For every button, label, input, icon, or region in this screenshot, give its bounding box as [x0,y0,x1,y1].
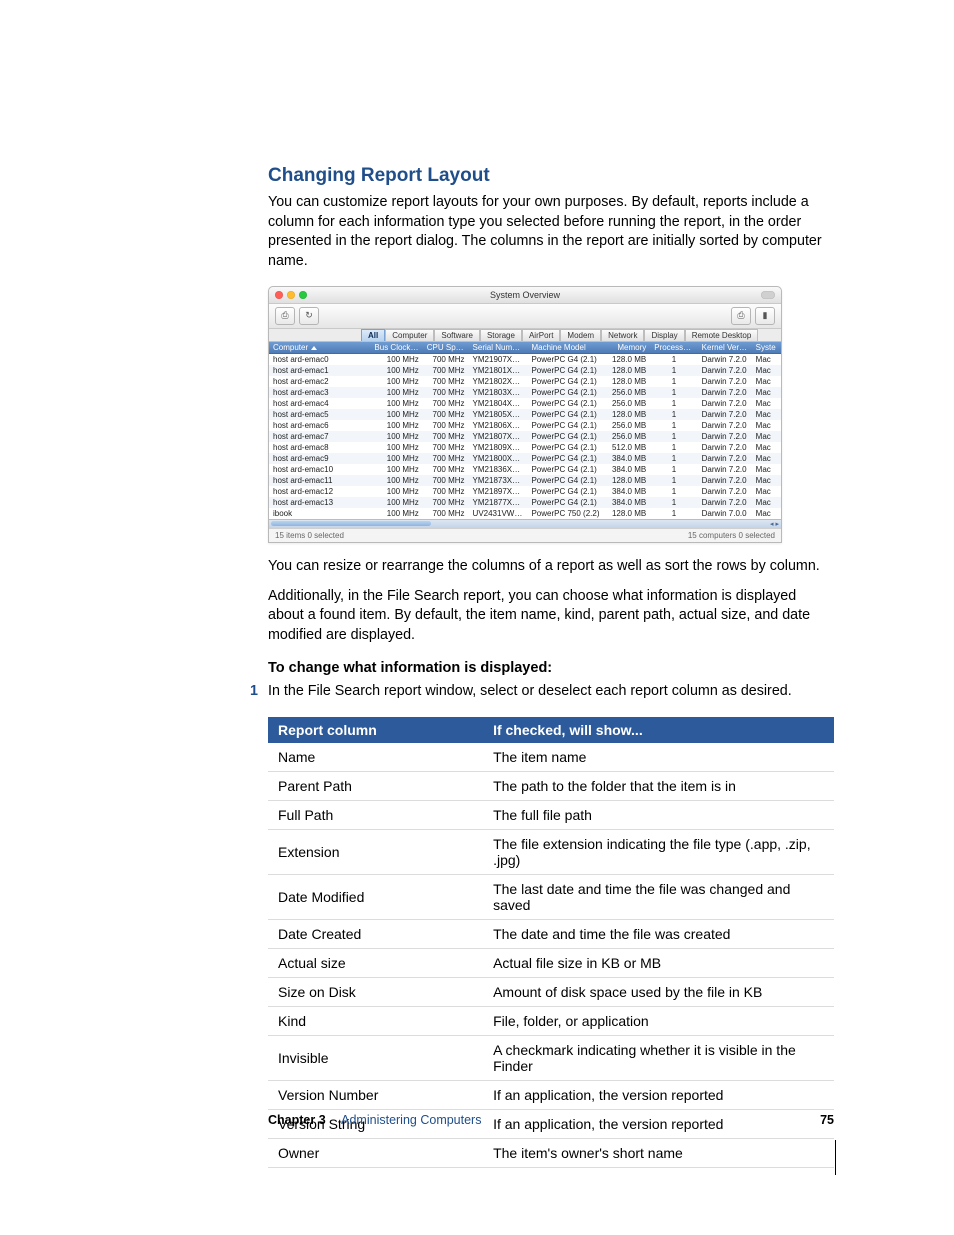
paragraph-resize: You can resize or rearrange the columns … [268,557,834,577]
report-columns-table: Report column If checked, will show... N… [268,717,834,1168]
intro-paragraph: You can customize report layouts for you… [268,193,834,272]
info-row: Full PathThe full file path [268,801,834,830]
table-row[interactable]: host ard-emac8100 MHz700 MHzYM21809XMUGP… [269,442,781,453]
table-row[interactable]: host ard-emac11100 MHz700 MHzYM21873XMUG… [269,475,781,486]
window-toolbar: ⎙ ↻ ⎙ ▮ [269,304,781,329]
info-row: Size on DiskAmount of disk space used by… [268,978,834,1007]
info-row: Date ModifiedThe last date and time the … [268,875,834,920]
status-bar: 15 items 0 selected 15 computers 0 selec… [269,528,781,542]
col-cpu-speed[interactable]: CPU Speed [423,342,469,353]
col-proc-count[interactable]: Processor Count [650,342,697,353]
tab-all[interactable]: All [361,329,385,341]
info-head-desc: If checked, will show... [483,717,834,743]
info-row: Actual sizeActual file size in KB or MB [268,949,834,978]
col-machine-model[interactable]: Machine Model [527,342,606,353]
table-row[interactable]: host ard-emac2100 MHz700 MHzYM21802XMUGP… [269,376,781,387]
info-row: Version NumberIf an application, the ver… [268,1081,834,1110]
scroll-thumb[interactable] [271,521,431,526]
step-number: 1 [244,682,258,701]
horizontal-scrollbar[interactable]: ◂ ▸ [269,519,781,528]
tab-storage[interactable]: Storage [480,329,522,341]
info-row: Parent PathThe path to the folder that t… [268,772,834,801]
sort-indicator-icon [311,346,317,350]
table-row[interactable]: host ard-emac5100 MHz700 MHzYM21805XMUGP… [269,409,781,420]
footer-chapter: Chapter 3 [268,1113,326,1127]
col-system[interactable]: Syste [752,342,781,353]
tag-button[interactable]: ▮ [755,307,775,325]
tab-computer[interactable]: Computer [385,329,434,341]
report-rows: host ard-emac0100 MHz700 MHzYM21907XMUGP… [269,354,781,519]
tab-display[interactable]: Display [644,329,684,341]
page-footer: Chapter 3 Administering Computers 75 [268,1113,834,1127]
procedure-heading: To change what information is displayed: [268,660,834,676]
margin-rule [835,1140,836,1175]
step-text: In the File Search report window, select… [268,682,792,701]
info-row: Date CreatedThe date and time the file w… [268,920,834,949]
info-row: ExtensionThe file extension indicating t… [268,830,834,875]
table-row[interactable]: host ard-emac6100 MHz700 MHzYM21806XMUGP… [269,420,781,431]
print-button[interactable]: ⎙ [731,307,751,325]
section-heading: Changing Report Layout [268,165,834,187]
table-row[interactable]: host ard-emac9100 MHz700 MHzYM21800XMUGP… [269,453,781,464]
report-window: System Overview ⎙ ↻ ⎙ ▮ All Computer Sof… [268,286,782,543]
scroll-arrows-icon[interactable]: ◂ ▸ [770,520,779,528]
category-tabs: All Computer Software Storage AirPort Mo… [269,329,781,342]
info-row: KindFile, folder, or application [268,1007,834,1036]
table-row[interactable]: host ard-emac10100 MHz700 MHzYM21836XMUG… [269,464,781,475]
table-row[interactable]: host ard-emac3100 MHz700 MHzYM21803XMUGP… [269,387,781,398]
tab-software[interactable]: Software [434,329,480,341]
paragraph-filesearch: Additionally, in the File Search report,… [268,587,834,646]
tab-network[interactable]: Network [601,329,644,341]
col-memory[interactable]: Memory [606,342,650,353]
table-row[interactable]: host ard-emac12100 MHz700 MHzYM21897XMUG… [269,486,781,497]
report-column-headers[interactable]: Computer Bus Clock Speed CPU Speed Seria… [269,342,781,354]
tab-remote-desktop[interactable]: Remote Desktop [685,329,759,341]
window-title: System Overview [269,290,781,300]
table-row[interactable]: ibook100 MHz700 MHzUV2431VWN4PPowerPC 75… [269,508,781,519]
col-blank[interactable] [353,342,371,353]
col-computer[interactable]: Computer [273,343,308,352]
info-row: InvisibleA checkmark indicating whether … [268,1036,834,1081]
col-kernel[interactable]: Kernel Version [698,342,752,353]
table-row[interactable]: host ard-emac4100 MHz700 MHzYM21804XMUGP… [269,398,781,409]
export-button[interactable]: ⎙ [275,307,295,325]
footer-chapter-title: Administering Computers [341,1113,481,1127]
page-number: 75 [820,1113,834,1127]
status-right: 15 computers 0 selected [688,531,775,540]
table-row[interactable]: host ard-emac7100 MHz700 MHzYM21807XMUGP… [269,431,781,442]
status-left: 15 items 0 selected [275,531,344,540]
table-row[interactable]: host ard-emac13100 MHz700 MHzYM21877XMUG… [269,497,781,508]
col-serial[interactable]: Serial Number [469,342,528,353]
refresh-button[interactable]: ↻ [299,307,319,325]
window-titlebar[interactable]: System Overview [269,287,781,304]
col-bus-clock[interactable]: Bus Clock Speed [370,342,422,353]
tab-airport[interactable]: AirPort [522,329,560,341]
procedure-list: 1 In the File Search report window, sele… [268,682,834,701]
toolbar-pill-icon[interactable] [761,291,775,299]
info-row: OwnerThe item's owner's short name [268,1139,834,1168]
info-head-col: Report column [268,717,483,743]
table-row[interactable]: host ard-emac0100 MHz700 MHzYM21907XMUGP… [269,354,781,365]
tab-modem[interactable]: Modem [560,329,601,341]
info-row: NameThe item name [268,743,834,772]
table-row[interactable]: host ard-emac1100 MHz700 MHzYM21801XMUGP… [269,365,781,376]
